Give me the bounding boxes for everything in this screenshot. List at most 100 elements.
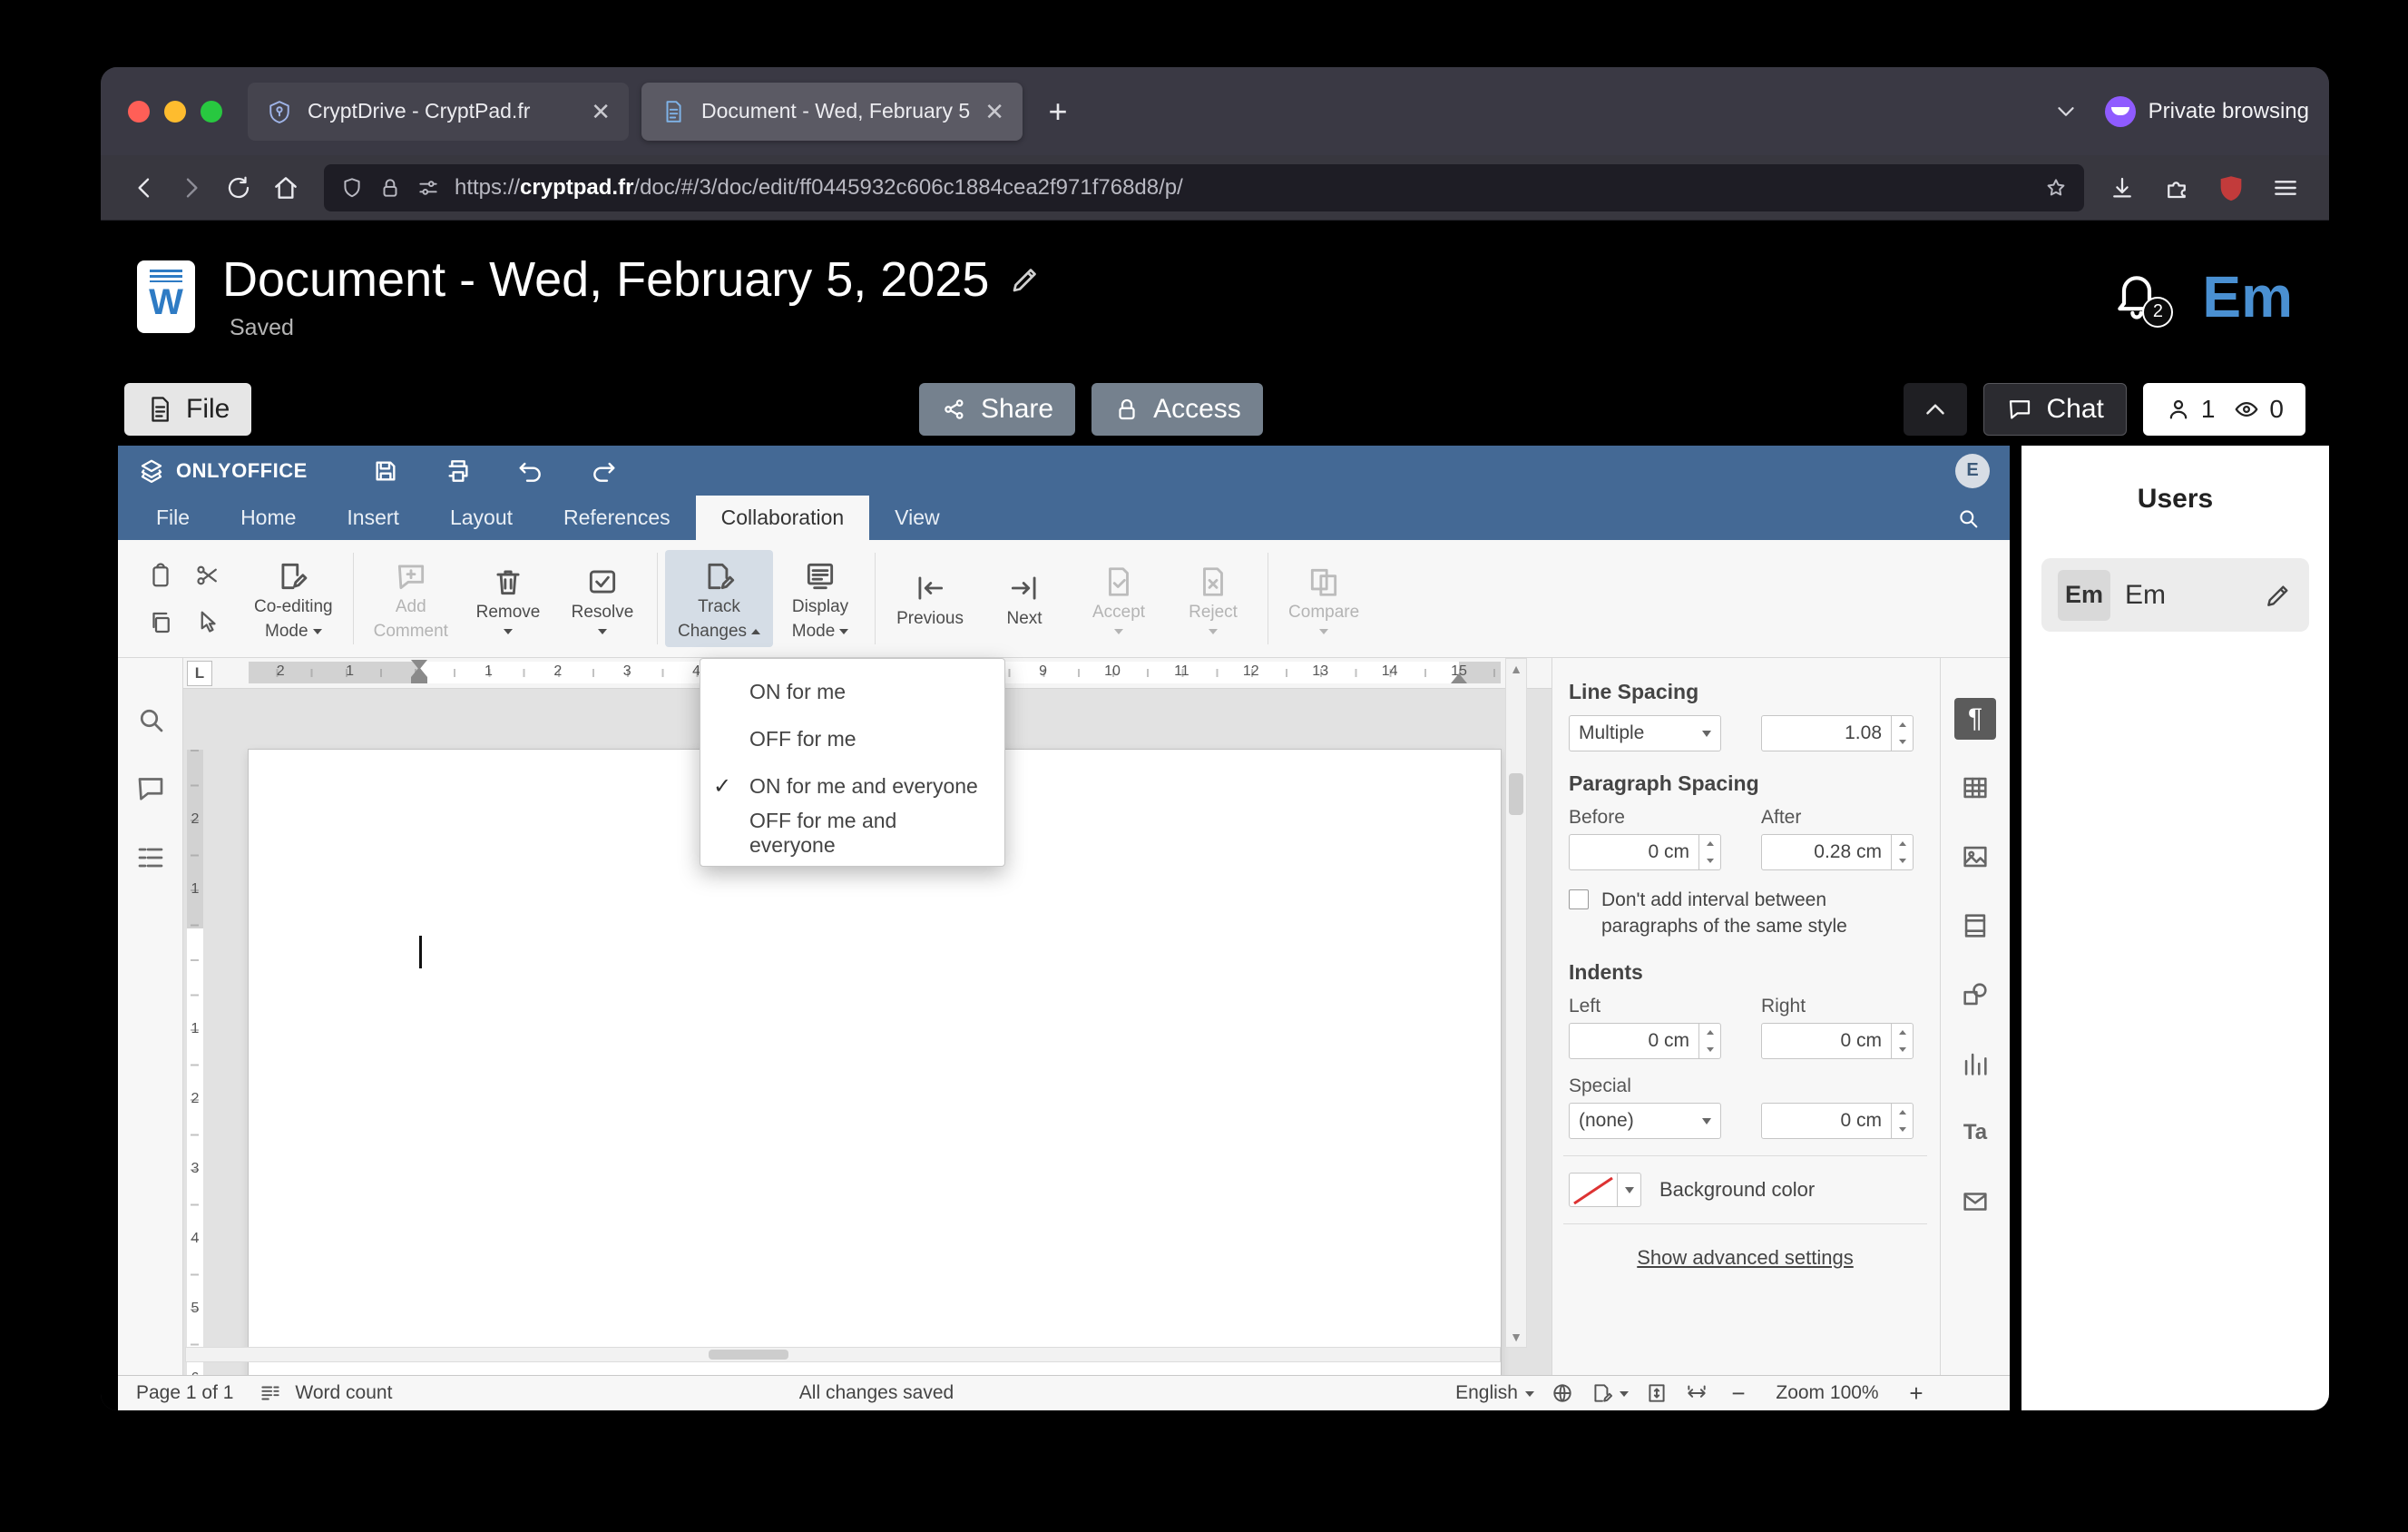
document-title[interactable]: Document - Wed, February 5, 2025 <box>222 251 989 308</box>
paragraph-settings-icon[interactable]: ¶ <box>1954 698 1996 740</box>
horizontal-scrollbar[interactable] <box>185 1347 1501 1362</box>
save-button[interactable] <box>371 457 400 486</box>
cut-button[interactable] <box>187 555 229 596</box>
tab-insert[interactable]: Insert <box>321 496 425 540</box>
hanging-indent-marker[interactable] <box>411 659 427 677</box>
edit-user-name-pencil-icon[interactable] <box>2264 581 2293 610</box>
zoom-in-button[interactable]: + <box>1903 1380 1930 1408</box>
address-bar[interactable]: https://cryptpad.fr/doc/#/3/doc/edit/ff0… <box>324 163 2084 211</box>
tab-layout[interactable]: Layout <box>425 496 538 540</box>
tab-stop-selector[interactable]: L <box>187 661 212 686</box>
right-indent-marker[interactable] <box>1451 665 1467 683</box>
menu-button[interactable] <box>2262 164 2309 211</box>
reject-change-button[interactable]: Reject <box>1166 555 1260 642</box>
menu-item-off-for-me[interactable]: OFF for me <box>700 715 1004 762</box>
horizontal-scroll-thumb[interactable] <box>709 1350 788 1360</box>
edit-title-pencil-icon[interactable] <box>1009 263 1042 296</box>
line-spacing-amount-spinner[interactable]: 1.08 <box>1761 715 1914 751</box>
comments-panel-icon[interactable] <box>134 772 167 805</box>
copy-button[interactable] <box>140 602 181 643</box>
close-tab-icon[interactable]: ✕ <box>591 100 611 123</box>
list-all-tabs-icon[interactable] <box>2052 98 2080 125</box>
image-settings-icon[interactable] <box>1954 836 1996 878</box>
remove-comment-button[interactable]: Remove <box>461 555 555 642</box>
home-button[interactable] <box>262 164 309 211</box>
user-list-item[interactable]: Em Em <box>2041 558 2309 632</box>
participants-indicator[interactable]: 1 0 <box>2142 382 2305 436</box>
scroll-up-arrow[interactable]: ▲ <box>1506 659 1526 679</box>
downloads-button[interactable] <box>2099 164 2146 211</box>
previous-change-button[interactable]: Previous <box>883 562 977 635</box>
connection-lock-icon[interactable] <box>378 176 402 200</box>
select-all-button[interactable] <box>187 602 229 643</box>
close-window-button[interactable] <box>128 100 150 123</box>
show-advanced-settings-link[interactable]: Show advanced settings <box>1569 1246 1922 1270</box>
display-mode-button[interactable]: Display Mode <box>773 550 867 648</box>
user-avatar[interactable]: Em <box>2202 263 2293 330</box>
page-indicator[interactable]: Page 1 of 1 <box>136 1382 233 1404</box>
extensions-button[interactable] <box>2153 164 2200 211</box>
background-color-swatch[interactable] <box>1569 1172 1641 1207</box>
track-changes-button[interactable]: Track Changes <box>664 549 774 648</box>
header-footer-settings-icon[interactable] <box>1954 905 1996 947</box>
tab-references[interactable]: References <box>538 496 696 540</box>
accept-change-button[interactable]: Accept <box>1072 555 1166 642</box>
mail-merge-settings-icon[interactable] <box>1954 1181 1996 1223</box>
vertical-scrollbar[interactable]: ▲ ▼ <box>1505 658 1527 1348</box>
vertical-scroll-thumb[interactable] <box>1509 773 1523 815</box>
resolve-comment-button[interactable]: Resolve <box>555 555 650 642</box>
text-art-settings-icon[interactable]: Ta <box>1954 1112 1996 1154</box>
paste-button[interactable] <box>140 555 181 596</box>
tab-document-active[interactable]: Document - Wed, February 5, 2 ✕ <box>641 82 1023 141</box>
line-spacing-select[interactable]: Multiple <box>1569 715 1721 751</box>
coediting-mode-button[interactable]: Co-editing Mode <box>241 550 346 648</box>
chevron-down-icon[interactable] <box>1617 1173 1640 1206</box>
access-button[interactable]: Access <box>1091 382 1263 436</box>
close-tab-icon[interactable]: ✕ <box>984 100 1004 123</box>
vertical-ruler[interactable]: 21123456 <box>183 689 207 1375</box>
left-indent-marker[interactable] <box>411 677 427 683</box>
ublock-origin-button[interactable] <box>2207 164 2255 211</box>
indent-left-spinner[interactable]: 0 cm <box>1569 1022 1721 1059</box>
menu-item-on-for-everyone[interactable]: ✓ ON for me and everyone <box>700 762 1004 810</box>
word-count-button[interactable]: Word count <box>295 1382 392 1404</box>
table-settings-icon[interactable] <box>1954 767 1996 809</box>
track-changes-status-button[interactable] <box>1591 1381 1629 1405</box>
fit-width-icon[interactable] <box>1685 1381 1708 1405</box>
menu-item-off-for-everyone[interactable]: OFF for me and everyone <box>700 809 1004 857</box>
no-interval-checkbox[interactable] <box>1569 889 1589 909</box>
special-indent-select[interactable]: (none) <box>1569 1102 1721 1139</box>
forward-button[interactable] <box>168 164 215 211</box>
tab-view[interactable]: View <box>869 496 964 540</box>
search-icon[interactable] <box>1939 496 1997 540</box>
file-menu-button[interactable]: File <box>124 382 252 436</box>
spacing-before-spinner[interactable]: 0 cm <box>1569 834 1721 870</box>
tracking-protection-shield-icon[interactable] <box>340 176 364 200</box>
zoom-window-button[interactable] <box>201 100 222 123</box>
share-button[interactable]: Share <box>919 382 1076 436</box>
navigation-headings-icon[interactable] <box>134 841 167 874</box>
chat-button[interactable]: Chat <box>1983 382 2127 436</box>
tab-cryptdrive[interactable]: CryptDrive - CryptPad.fr ✕ <box>248 82 629 141</box>
permissions-icon[interactable] <box>416 176 440 200</box>
add-comment-button[interactable]: Add Comment <box>361 550 461 648</box>
fit-page-icon[interactable] <box>1645 1381 1669 1405</box>
find-icon[interactable] <box>134 703 167 736</box>
tab-collaboration[interactable]: Collaboration <box>695 496 870 540</box>
scroll-down-arrow[interactable]: ▼ <box>1506 1327 1526 1347</box>
new-tab-button[interactable]: + <box>1035 89 1081 134</box>
special-indent-spinner[interactable]: 0 cm <box>1761 1102 1914 1139</box>
collapse-toolbar-button[interactable] <box>1904 382 1968 436</box>
menu-item-on-for-me[interactable]: ON for me <box>700 668 1004 715</box>
chart-settings-icon[interactable] <box>1954 1043 1996 1085</box>
spacing-after-spinner[interactable]: 0.28 cm <box>1761 834 1914 870</box>
language-selector[interactable]: English <box>1455 1382 1534 1404</box>
next-change-button[interactable]: Next <box>977 562 1072 635</box>
tab-file[interactable]: File <box>131 496 215 540</box>
reload-button[interactable] <box>215 164 262 211</box>
indent-right-spinner[interactable]: 0 cm <box>1761 1022 1914 1059</box>
spellcheck-globe-icon[interactable] <box>1551 1381 1574 1405</box>
zoom-out-button[interactable]: − <box>1725 1380 1752 1408</box>
minimize-window-button[interactable] <box>164 100 186 123</box>
shape-settings-icon[interactable] <box>1954 974 1996 1016</box>
